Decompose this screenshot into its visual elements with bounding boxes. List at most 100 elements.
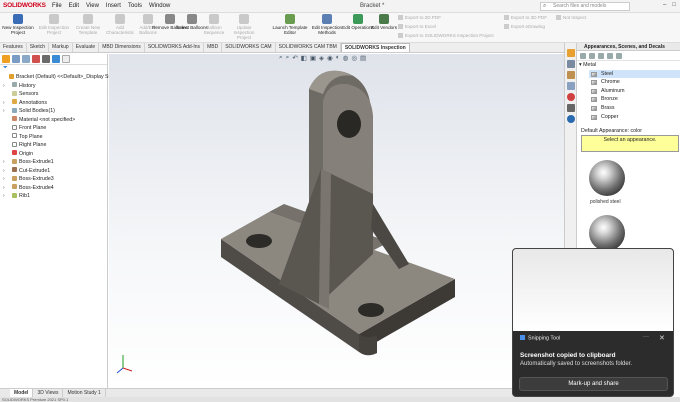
export-2d-pdf-button[interactable]: Export to 2D PDF [398, 15, 441, 21]
tree-item-right-plane[interactable]: Right Plane [2, 141, 107, 150]
tree-item-origin[interactable]: Origin [2, 150, 107, 159]
new-inspection-project-button[interactable]: New Inspection Project [0, 14, 36, 35]
tree-item-label: Rib1 [19, 193, 30, 199]
material-aluminum[interactable]: Aluminum [589, 87, 680, 96]
part-icon [9, 73, 14, 79]
refresh-icon[interactable] [616, 53, 622, 59]
expand-arrow-icon[interactable]: › [3, 158, 5, 167]
launch-template-editor-button[interactable]: Launch Template Editor [272, 14, 308, 35]
polished-steel-swatch[interactable] [589, 160, 625, 196]
material-chrome[interactable]: Chrome [589, 78, 680, 87]
tab-motion-study-1[interactable]: Motion Study 1 [63, 389, 106, 397]
tree-item-material[interactable]: Material <not specified> [2, 116, 107, 125]
search-input[interactable]: ⌕ Search files and models [540, 2, 630, 11]
menu-insert[interactable]: Insert [106, 3, 121, 9]
more-panels-icon[interactable] [62, 55, 70, 63]
tab-solidworks-cam[interactable]: SOLIDWORKS CAM [222, 43, 276, 52]
expand-arrow-icon[interactable]: › [3, 107, 5, 116]
menu-edit[interactable]: Edit [69, 3, 79, 9]
tab-solidworks-cam-tbm[interactable]: SOLIDWORKS CAM TBM [276, 43, 341, 52]
tree-root[interactable]: Bracket (Default) <<Default>_Display Sta [2, 73, 113, 82]
tab-mbd[interactable]: MBD [204, 43, 223, 52]
steel-swatch[interactable] [589, 215, 625, 251]
balloon-sequence-icon [209, 14, 219, 24]
tab-solidworks-inspection[interactable]: SOLIDWORKS Inspection [340, 43, 410, 52]
maximize-icon[interactable]: □ [672, 2, 676, 8]
menu-tools[interactable]: Tools [128, 3, 142, 9]
expand-arrow-icon[interactable]: › [3, 167, 5, 176]
design-library-icon[interactable] [566, 60, 575, 68]
material-bronze[interactable]: Bronze [589, 95, 680, 104]
update-inspection-project-button[interactable]: Update Inspection Project [226, 14, 262, 40]
tree-item-top-plane[interactable]: Top Plane [2, 133, 107, 142]
feature-manager-icon[interactable] [2, 55, 10, 63]
tab-solidworks-addins[interactable]: SOLIDWORKS Add-Ins [145, 43, 205, 52]
material-label: Copper [601, 113, 619, 120]
solidworks-logo[interactable]: SOLIDWORKS [3, 2, 46, 9]
metal-category[interactable]: ▾ Metal [577, 61, 680, 70]
tree-item-sensors[interactable]: Sensors [2, 90, 107, 99]
tree-item-history[interactable]: › History [2, 82, 107, 91]
expand-arrow-icon[interactable]: › [3, 192, 5, 201]
export-inspection-project-button[interactable]: Export to SOLIDWORKS Inspection Project [398, 33, 494, 39]
expand-arrow-icon[interactable]: › [3, 184, 5, 193]
material-brass[interactable]: Brass [589, 104, 680, 113]
tree-item-rib1[interactable]: › Rib1 [2, 192, 107, 201]
tab-model[interactable]: Model [10, 389, 34, 397]
material-steel[interactable]: Steel [589, 69, 680, 79]
menu-view[interactable]: View [86, 3, 99, 9]
expand-arrow-icon[interactable]: › [3, 175, 5, 184]
tree-item-front-plane[interactable]: Front Plane [2, 124, 107, 133]
material-copper[interactable]: Copper [589, 113, 680, 122]
export-3d-pdf-button[interactable]: Export to 3D PDF [504, 15, 547, 21]
minimize-icon[interactable]: – [663, 2, 666, 8]
tree-item-boss-extrude4[interactable]: › Boss-Extrude4 [2, 184, 107, 193]
more-options-icon[interactable]: ··· [643, 334, 649, 340]
cam-manager-icon[interactable] [52, 55, 60, 63]
tab-mbd-dimensions[interactable]: MBD Dimensions [99, 43, 145, 52]
create-new-template-button[interactable]: Create New Template [70, 14, 106, 35]
edrawing-icon [504, 24, 509, 30]
not-inspected-button[interactable]: Not Inspect [556, 15, 586, 21]
export-edrawing-button[interactable]: Export eDrawing [504, 24, 545, 30]
graphics-viewport[interactable]: ⌕ ⌕ ↶ ◧ ▣ ◈ ◉ ◐ ◍ ◎ ▤ [109, 54, 575, 388]
tree-item-annotations[interactable]: › Annotations [2, 99, 107, 108]
back-icon[interactable] [580, 53, 586, 59]
tree-item-boss-extrude3[interactable]: › Boss-Extrude3 [2, 175, 107, 184]
file-explorer-icon[interactable] [566, 71, 575, 79]
property-manager-icon[interactable] [12, 55, 20, 63]
solidworks-resources-icon[interactable] [566, 49, 575, 57]
screenshot-preview[interactable] [513, 249, 673, 331]
tab-sketch[interactable]: Sketch [27, 43, 50, 52]
tree-item-boss-extrude1[interactable]: › Boss-Extrude1 [2, 158, 107, 167]
edit-inspection-project-button[interactable]: Edit Inspection Project [36, 14, 72, 35]
tab-evaluate[interactable]: Evaluate [73, 43, 100, 52]
tree-item-solid-bodies[interactable]: › Solid Bodies(1) [2, 107, 107, 116]
edit-vendors-button[interactable]: Edit Vendors [366, 14, 402, 30]
filter-icon[interactable]: ⏷ [0, 65, 107, 73]
display-manager-icon[interactable] [42, 55, 50, 63]
custom-properties-icon[interactable] [566, 104, 575, 112]
tab-markup[interactable]: Markup [49, 43, 73, 52]
menu-file[interactable]: File [52, 3, 62, 9]
expand-arrow-icon[interactable]: › [3, 82, 5, 91]
export-excel-button[interactable]: Export to Excel [398, 24, 436, 30]
close-icon[interactable]: ✕ [659, 334, 665, 342]
markup-and-share-button[interactable]: Mark-up and share [519, 377, 668, 391]
menu-window[interactable]: Window [149, 3, 170, 9]
tree-item-label: Boss-Extrude4 [19, 184, 54, 191]
expand-arrow-icon[interactable]: › [3, 99, 5, 108]
snipping-tool-notification[interactable]: Snipping Tool ··· ✕ Screenshot copied to… [512, 248, 674, 397]
home-icon[interactable] [598, 53, 604, 59]
forward-icon[interactable] [589, 53, 595, 59]
view-palette-icon[interactable] [566, 82, 575, 90]
tab-3d-views[interactable]: 3D Views [33, 389, 64, 397]
appearances-icon[interactable] [566, 93, 575, 101]
configuration-manager-icon[interactable] [22, 55, 30, 63]
tree-item-cut-extrude1[interactable]: › Cut-Extrude1 [2, 167, 107, 176]
notification-app-name: Snipping Tool [520, 335, 560, 342]
solidworks-forum-icon[interactable] [566, 115, 575, 123]
dimxpert-icon[interactable] [32, 55, 40, 63]
tab-features[interactable]: Features [0, 43, 27, 52]
add-location-icon[interactable] [607, 53, 613, 59]
